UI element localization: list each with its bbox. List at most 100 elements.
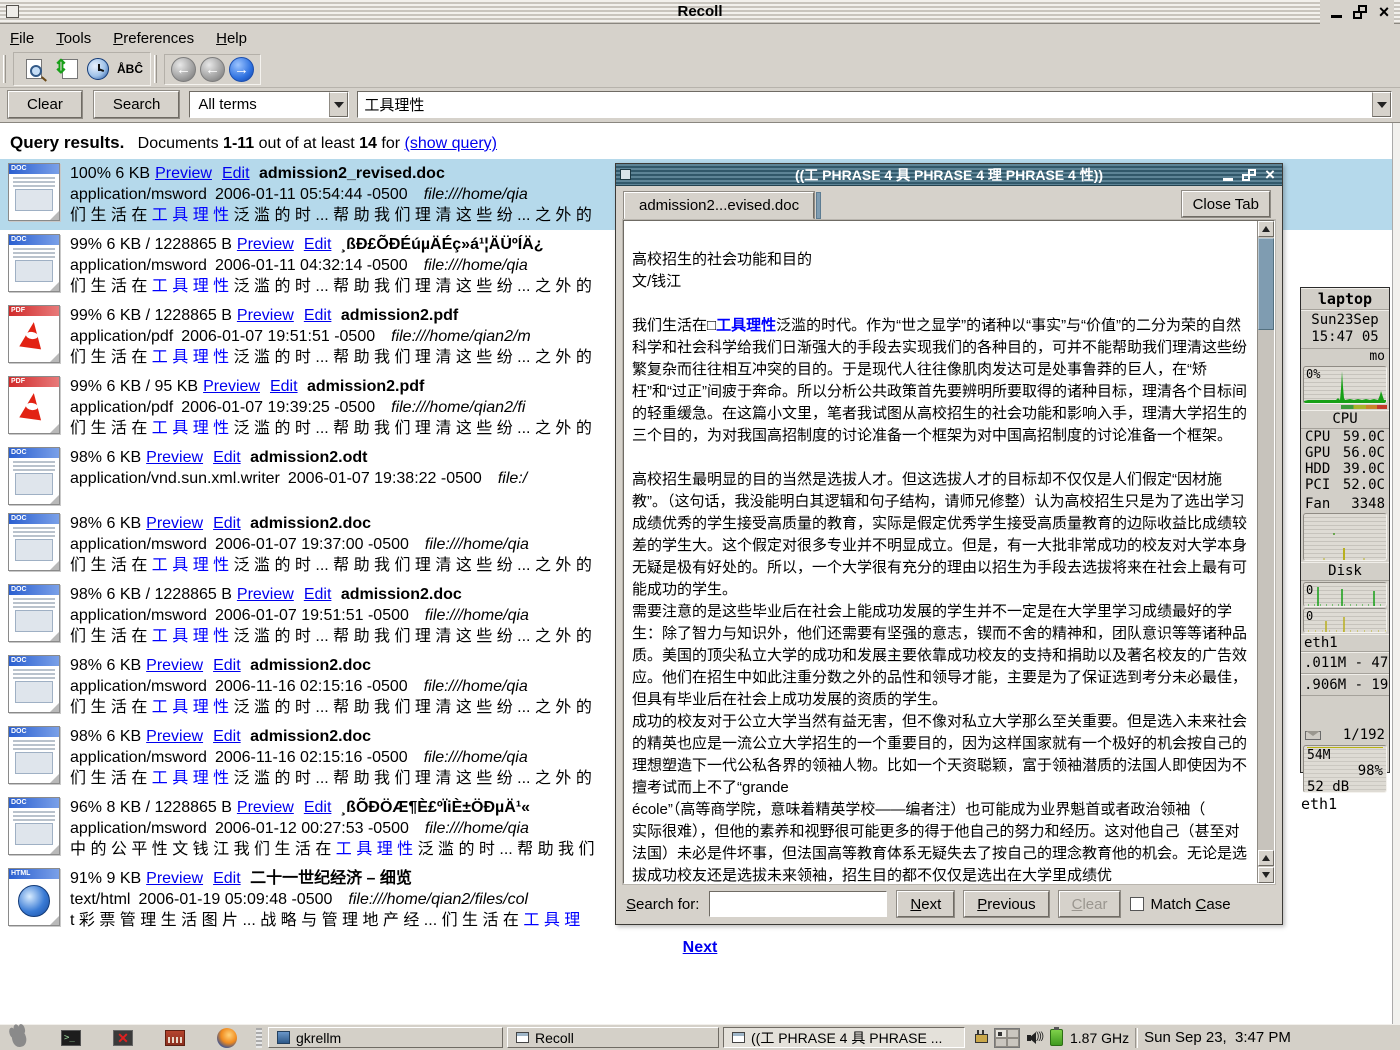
- edit-link[interactable]: Edit: [213, 449, 241, 466]
- sensors-title: CPU: [1301, 410, 1389, 429]
- preview-link[interactable]: Preview: [146, 449, 203, 466]
- sort-parameters-icon[interactable]: ⇕: [52, 55, 80, 83]
- task-preview-window[interactable]: ((工 PHRASE 4 具 PHRASE ...: [723, 1027, 965, 1048]
- task-recoll[interactable]: Recoll: [507, 1027, 719, 1048]
- preview-task-icon: [732, 1032, 745, 1043]
- preview-titlebar[interactable]: ((工 PHRASE 4 具 PHRASE 4 理 PHRASE 4 性)) ×: [616, 164, 1282, 186]
- volume-icon[interactable]: ))): [1027, 1031, 1043, 1045]
- menu-tools[interactable]: Tools: [56, 30, 91, 47]
- find-clear-button[interactable]: Clear: [1059, 891, 1121, 917]
- disk-chart-1[interactable]: 0: [1303, 582, 1387, 607]
- sensor-row-gpu: GPU56.0C: [1301, 445, 1389, 461]
- preview-scroll-thumb[interactable]: [1258, 238, 1274, 330]
- task-gkrellm[interactable]: gkrellm: [268, 1027, 503, 1048]
- menu-help[interactable]: Help: [216, 30, 247, 47]
- preview-link[interactable]: Preview: [203, 378, 260, 395]
- disk-chart-2[interactable]: 0: [1303, 608, 1387, 633]
- preview-link[interactable]: Preview: [237, 799, 294, 816]
- doc-file-icon: DOC: [8, 797, 60, 855]
- net-label: eth1: [1301, 634, 1389, 652]
- text-editor-launcher-icon[interactable]: [164, 1027, 186, 1049]
- edit-link[interactable]: Edit: [304, 236, 332, 253]
- edit-link[interactable]: Edit: [304, 586, 332, 603]
- preview-tab[interactable]: admission2...evised.doc: [624, 192, 814, 219]
- next-page-button[interactable]: →: [229, 57, 254, 82]
- menu-file[interactable]: File: [10, 30, 34, 47]
- result-details: application/pdf 2006-01-07 19:51:51 -050…: [70, 326, 618, 347]
- recoll-task-icon: [516, 1032, 529, 1043]
- preview-link[interactable]: Preview: [237, 236, 294, 253]
- result-details: application/pdf 2006-01-07 19:39:25 -050…: [70, 397, 618, 418]
- result-relevance-size: 98% 6 KB / 1228865 B: [70, 586, 232, 603]
- preview-link[interactable]: Preview: [146, 728, 203, 745]
- preview-link[interactable]: Preview: [146, 870, 203, 887]
- scroll-down-icon[interactable]: [1258, 867, 1274, 883]
- preview-link[interactable]: Preview: [146, 515, 203, 532]
- result-filename: admission2.doc: [336, 586, 461, 603]
- maximize-button[interactable]: [1352, 4, 1368, 20]
- minimize-button[interactable]: [1328, 4, 1344, 20]
- toolbar-handle[interactable]: [154, 55, 157, 83]
- firefox-launcher-icon[interactable]: [216, 1027, 238, 1049]
- preview-scrollbar[interactable]: [1257, 221, 1274, 883]
- cpu-frequency-icon[interactable]: [1050, 1029, 1063, 1046]
- preview-link[interactable]: Preview: [155, 165, 212, 182]
- result-relevance-size: 99% 6 KB / 1228865 B: [70, 307, 232, 324]
- preview-text[interactable]: 高校招生的社会功能和目的文/钱江 我们生活在□工具理性泛滥的时代。作为“世之显学…: [624, 221, 1257, 883]
- edit-link[interactable]: Edit: [222, 165, 250, 182]
- edit-link[interactable]: Edit: [213, 515, 241, 532]
- document-history-icon[interactable]: [84, 55, 112, 83]
- show-query-link[interactable]: (show query): [405, 135, 497, 152]
- query-config-icon[interactable]: [20, 55, 48, 83]
- toolbar-handle[interactable]: [3, 55, 6, 83]
- recoll-titlebar[interactable]: Recoll ×: [0, 0, 1400, 24]
- scroll-up-icon[interactable]: [1258, 221, 1274, 237]
- preview-link[interactable]: Preview: [146, 657, 203, 674]
- html-file-icon: HTML: [8, 868, 60, 926]
- result-url: file:///home/qian2/fi: [391, 399, 525, 416]
- edit-link[interactable]: Edit: [304, 307, 332, 324]
- preview-close-button[interactable]: ×: [1263, 168, 1277, 182]
- search-button[interactable]: Search: [94, 91, 180, 118]
- preview-paragraph: [632, 293, 1249, 315]
- search-input[interactable]: [358, 92, 1372, 117]
- search-mode-arrow[interactable]: [329, 92, 348, 117]
- scroll-up-icon[interactable]: [1258, 850, 1274, 866]
- preview-link[interactable]: Preview: [237, 586, 294, 603]
- close-button[interactable]: ×: [1376, 4, 1392, 20]
- gkrellm-clock: Sun23Sep 15:47 05: [1301, 310, 1389, 349]
- gnome-menu-icon[interactable]: [8, 1027, 30, 1049]
- gkrellm-monitor[interactable]: laptop Sun23Sep 15:47 05 mo 0% CPU CPU59…: [1300, 287, 1390, 773]
- edit-link[interactable]: Edit: [213, 870, 241, 887]
- tasklist-handle[interactable]: [256, 1028, 262, 1048]
- fan-chart[interactable]: [1303, 513, 1387, 561]
- find-previous-button[interactable]: Previous: [964, 891, 1048, 917]
- prev-page-button[interactable]: ←: [200, 57, 225, 82]
- edit-link[interactable]: Edit: [304, 799, 332, 816]
- preview-maximize-button[interactable]: [1242, 168, 1256, 182]
- lock-screen-icon[interactable]: [112, 1027, 134, 1049]
- term-explorer-icon[interactable]: ÅBĈ: [116, 55, 144, 83]
- close-tab-button[interactable]: Close Tab: [1182, 191, 1270, 217]
- preview-minimize-button[interactable]: [1221, 168, 1235, 182]
- cpu-chart[interactable]: 0%: [1303, 366, 1387, 404]
- terminal-launcher-icon[interactable]: >_: [60, 1027, 82, 1049]
- edit-link[interactable]: Edit: [270, 378, 298, 395]
- clear-button[interactable]: Clear: [8, 91, 82, 118]
- workspace-switcher[interactable]: [994, 1028, 1020, 1048]
- power-plug-icon[interactable]: [975, 1030, 987, 1046]
- next-results-link[interactable]: Next: [683, 939, 718, 956]
- match-case-checkbox[interactable]: [1130, 897, 1144, 911]
- edit-link[interactable]: Edit: [213, 657, 241, 674]
- edit-link[interactable]: Edit: [213, 728, 241, 745]
- results-scrollbar[interactable]: [1392, 123, 1400, 1024]
- preview-window: ((工 PHRASE 4 具 PHRASE 4 理 PHRASE 4 性)) ×…: [615, 163, 1283, 925]
- menu-preferences[interactable]: Preferences: [113, 30, 194, 47]
- preview-link[interactable]: Preview: [237, 307, 294, 324]
- search-history-arrow[interactable]: [1372, 92, 1391, 117]
- find-next-button[interactable]: Next: [897, 891, 954, 917]
- preview-find-input[interactable]: [709, 891, 887, 917]
- first-page-button[interactable]: ←: [171, 57, 196, 82]
- search-mode-select[interactable]: All terms: [189, 91, 349, 118]
- mail-monitor[interactable]: 1/192: [1301, 726, 1389, 744]
